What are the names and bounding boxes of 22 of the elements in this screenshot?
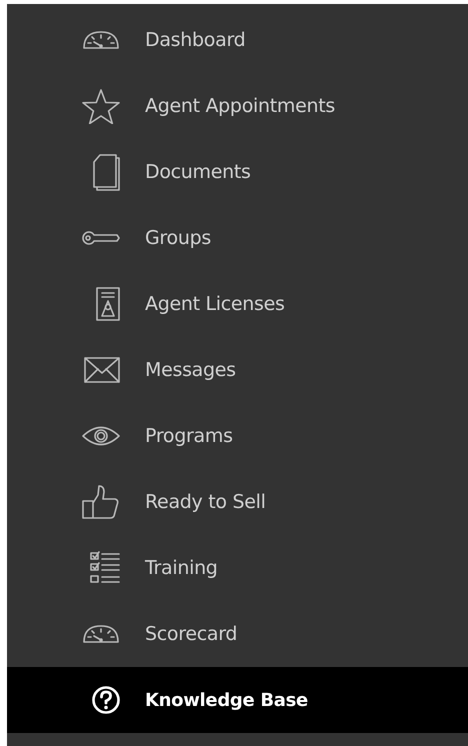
certificate-icon bbox=[95, 286, 121, 322]
sidebar-item[interactable]: Documents bbox=[7, 139, 468, 205]
sidebar-item[interactable]: Programs bbox=[7, 403, 468, 469]
eye-icon bbox=[81, 425, 121, 447]
sidebar-item[interactable]: Dashboard bbox=[7, 7, 468, 73]
gauge-icon bbox=[81, 622, 121, 646]
sidebar-item[interactable]: Messages bbox=[7, 337, 468, 403]
sidebar-item[interactable]: Agent Licenses bbox=[7, 271, 468, 337]
thumbs-up-icon bbox=[81, 484, 121, 520]
key-icon bbox=[81, 230, 121, 246]
gauge-icon bbox=[81, 28, 121, 52]
checklist-icon bbox=[89, 550, 121, 586]
star-icon bbox=[81, 88, 121, 124]
envelope-icon bbox=[83, 356, 121, 384]
sidebar-item[interactable]: Ready to Sell bbox=[7, 469, 468, 535]
sidebar-item[interactable]: Groups bbox=[7, 205, 468, 271]
sidebar-item[interactable]: Knowledge Base bbox=[7, 667, 468, 733]
document-icon bbox=[91, 153, 121, 191]
sidebar-item[interactable]: Agent Appointments bbox=[7, 73, 468, 139]
sidebar-item[interactable]: Scorecard bbox=[7, 601, 468, 667]
sidebar-item[interactable]: Training bbox=[7, 535, 468, 601]
help-icon bbox=[91, 685, 121, 715]
